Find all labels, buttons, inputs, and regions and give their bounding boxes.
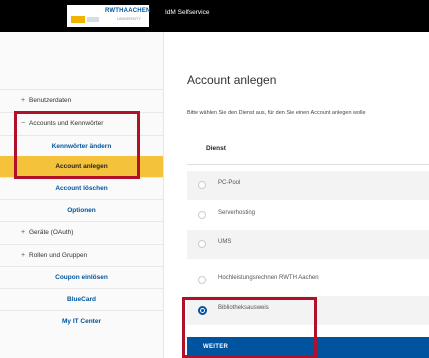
option-label: Hochleistungsrechnen RWTH Aachen (218, 275, 319, 281)
logo-grey-mark (87, 17, 99, 22)
expand-icon: + (20, 251, 26, 259)
sidebar-item-bluecard[interactable]: BlueCard (0, 288, 163, 309)
column-header-dienst: Dienst (206, 145, 226, 152)
sidebar-item-label: My IT Center (61, 317, 101, 325)
table-header: Dienst (187, 134, 429, 165)
logo-subtext: UNIVERSITY (117, 16, 142, 21)
sidebar-item-optionen[interactable]: Optionen (0, 199, 163, 220)
sidebar-item-my-it-center[interactable]: My IT Center (0, 310, 163, 331)
sidebar-item-benutzerdaten[interactable]: + Benutzerdaten (0, 89, 163, 110)
app-title: IdM Selfservice (165, 9, 210, 16)
sidebar-item-label: Benutzerdaten (29, 96, 72, 104)
option-label: Serverhosting (218, 210, 256, 216)
sidebar-item-label: Geräte (OAuth) (29, 228, 74, 236)
page-description: Bitte wählen Sie den Dienst aus, für den… (187, 110, 366, 116)
option-row-serverhosting[interactable]: Serverhosting (187, 201, 429, 230)
highlight-box-selection (182, 297, 317, 358)
expand-icon: + (20, 228, 26, 236)
logo-yellow-mark (71, 16, 85, 23)
option-row-hochleistungsrechnen[interactable]: Hochleistungsrechnen RWTH Aachen (187, 266, 429, 295)
sidebar: + Benutzerdaten − Accounts und Kennwörte… (0, 32, 164, 358)
sidebar-item-label: Optionen (67, 206, 96, 214)
logo-text: RWTHAACHEN (105, 8, 151, 14)
radio-button[interactable] (198, 240, 206, 248)
top-bar: RWTHAACHEN UNIVERSITY IdM Selfservice (0, 0, 429, 32)
sidebar-item-label: BlueCard (67, 295, 96, 303)
radio-button[interactable] (198, 211, 206, 219)
sidebar-item-geraete-oauth[interactable]: + Geräte (OAuth) (0, 221, 163, 242)
radio-button[interactable] (198, 276, 206, 284)
option-row-ums[interactable]: UMS (187, 230, 429, 259)
option-row-pc-pool[interactable]: PC-Pool (187, 171, 429, 200)
sidebar-item-label: Coupon einlösen (55, 273, 108, 281)
sidebar-item-label: Account löschen (55, 184, 108, 192)
page-title: Account anlegen (187, 73, 277, 87)
highlight-box-sidebar (14, 111, 140, 179)
university-logo[interactable]: RWTHAACHEN UNIVERSITY (67, 5, 151, 27)
option-label: UMS (218, 239, 232, 245)
option-label: PC-Pool (218, 180, 241, 186)
expand-icon: + (20, 96, 26, 104)
sidebar-item-account-loeschen[interactable]: Account löschen (0, 177, 163, 198)
radio-button[interactable] (198, 181, 206, 189)
sidebar-item-coupon-einloesen[interactable]: Coupon einlösen (0, 266, 163, 287)
sidebar-item-rollen-gruppen[interactable]: + Rollen und Gruppen (0, 244, 163, 265)
sidebar-item-label: Rollen und Gruppen (29, 251, 88, 259)
